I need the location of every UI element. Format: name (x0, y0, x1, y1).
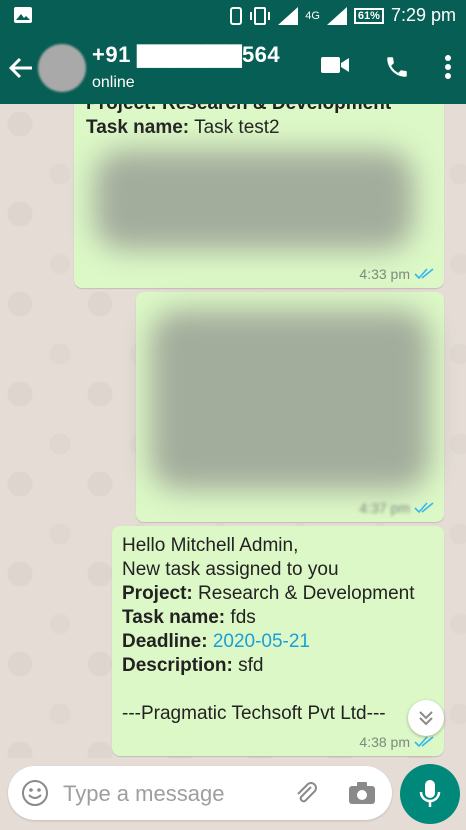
message-line: New task assigned to you (122, 559, 339, 580)
description-value: sfd (238, 655, 264, 676)
task-label: Task name: (122, 607, 226, 628)
task-label: Task name: (86, 117, 190, 138)
task-value: Task test2 (194, 117, 280, 138)
deadline-label: Deadline: (122, 631, 208, 652)
emoji-icon[interactable] (21, 779, 49, 807)
chat-area[interactable]: Project: Research & Development Task nam… (0, 104, 466, 758)
message-task-line: Task name: Task test2 (86, 116, 280, 140)
message-time: 4:33 pm (359, 266, 434, 282)
description-label: Description: (122, 655, 233, 676)
message-time: 4:37 pm (359, 500, 434, 516)
battery-indicator: 61% (353, 7, 384, 24)
task-value: fds (230, 607, 256, 628)
attach-icon[interactable] (291, 779, 319, 807)
deadline-date-link[interactable]: 2020-05-21 (213, 631, 310, 652)
double-tick-icon (414, 502, 434, 514)
status-bar: 4G 61% 7:29 pm (0, 0, 466, 32)
message-timestamp: 4:38 pm (359, 734, 410, 750)
message-time: 4:38 pm (359, 734, 434, 750)
video-call-icon[interactable] (320, 54, 350, 76)
avatar[interactable] (38, 44, 86, 92)
double-tick-icon (414, 268, 434, 280)
project-value: Research & Development (198, 583, 415, 604)
message-bubble-3[interactable]: Hello Mitchell Admin, New task assigned … (112, 526, 444, 756)
contact-name: +91 ▇▇▇▇▇▇564 (92, 42, 281, 67)
message-timestamp: 4:37 pm (359, 500, 410, 516)
project-label: Project: (122, 583, 193, 604)
message-partial-line: Project: Research & Development (86, 104, 391, 116)
mic-button[interactable] (400, 764, 460, 824)
vibrate-icon (250, 6, 271, 25)
double-tick-icon (414, 736, 434, 748)
clock: 7:29 pm (390, 5, 456, 25)
message-task: Task name: fds (122, 606, 415, 630)
message-description: Description: sfd (122, 654, 415, 678)
more-vert-icon[interactable] (444, 54, 452, 80)
scroll-down-icon (419, 711, 433, 726)
message-composer[interactable]: Type a message (8, 766, 392, 820)
message-signature: ---Pragmatic Techsoft Pvt Ltd--- (122, 703, 386, 724)
phone-icon[interactable] (384, 54, 410, 80)
chat-header: +91 ▇▇▇▇▇▇564 online (0, 32, 466, 104)
camera-icon[interactable] (348, 780, 376, 806)
signal-icon-2 (326, 6, 347, 25)
back-arrow-icon[interactable] (8, 56, 34, 80)
message-bubble-2[interactable]: 4:37 pm (136, 292, 444, 522)
message-bubble-1[interactable]: Project: Research & Development Task nam… (74, 104, 444, 288)
message-timestamp: 4:33 pm (359, 266, 410, 282)
message-deadline: Deadline: 2020-05-21 (122, 630, 415, 654)
message-greeting: Hello Mitchell Admin, (122, 535, 299, 556)
image-notification-icon (14, 7, 32, 23)
redacted-content (94, 150, 414, 250)
message-input[interactable]: Type a message (63, 781, 224, 807)
scroll-down-button[interactable] (408, 700, 444, 736)
contact-info[interactable]: +91 ▇▇▇▇▇▇564 online (92, 42, 280, 92)
mic-icon (419, 780, 441, 807)
message-project: Project: Research & Development (122, 582, 415, 606)
sim-card-icon (230, 6, 243, 25)
contact-status: online (92, 74, 135, 91)
signal-icon (278, 6, 299, 25)
network-type: 4G (305, 9, 320, 22)
redacted-content (150, 310, 430, 490)
